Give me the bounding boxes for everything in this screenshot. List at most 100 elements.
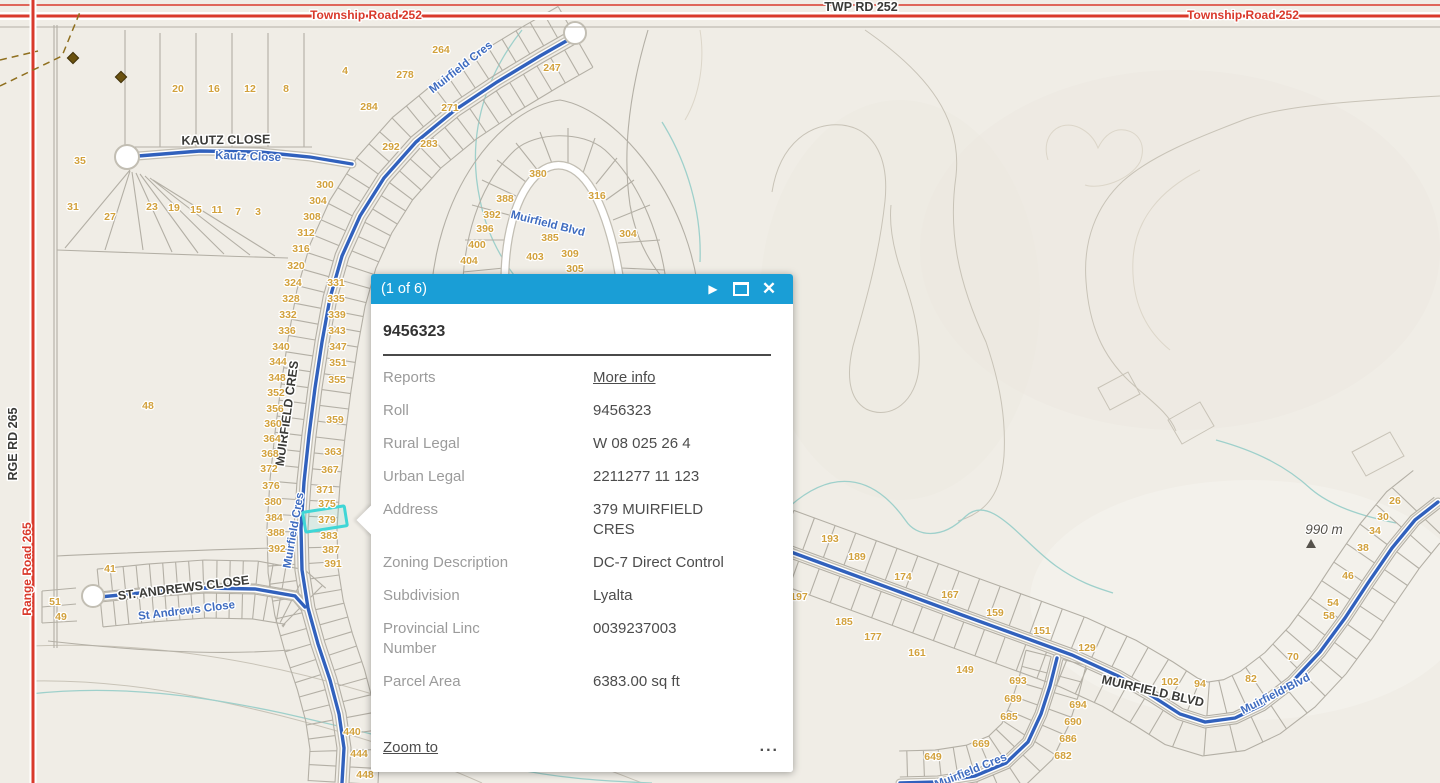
field-label: Provincial Linc Number <box>383 619 593 659</box>
lot-number-label: 30 <box>1377 511 1389 523</box>
lot-number-label: 149 <box>956 664 974 676</box>
lot-number-label: 331 <box>327 277 345 289</box>
lot-number-label: 440 <box>343 726 361 738</box>
lot-number-label: 379 <box>318 514 336 526</box>
lot-number-label: 356 <box>266 403 284 415</box>
lot-number-label: 359 <box>326 414 344 426</box>
lot-number-label: 51 <box>49 596 61 608</box>
lot-number-label: 35 <box>74 155 86 167</box>
lot-number-label: 177 <box>864 631 882 643</box>
lot-number-label: 328 <box>282 293 300 305</box>
popup-title: 9456323 <box>383 310 771 356</box>
lot-number-label: 689 <box>1004 693 1022 705</box>
lot-number-label: 404 <box>460 255 478 267</box>
section-line <box>0 12 80 86</box>
lot-number-label: 316 <box>588 190 606 202</box>
lot-number-label: 185 <box>835 616 853 628</box>
maximize-icon <box>733 282 749 296</box>
lot-number-label: 685 <box>1000 711 1018 723</box>
lot-number-label: 54 <box>1327 597 1339 609</box>
street-label: RGE RD 265 <box>6 407 20 480</box>
street-label: Township Road 252 <box>1187 8 1299 22</box>
lot-number-label: 48 <box>142 400 154 412</box>
lot-number-label: 247 <box>543 62 561 74</box>
street-label: TWP RD 252 <box>824 0 897 14</box>
maximize-button[interactable] <box>727 274 755 304</box>
lot-number-label: 444 <box>350 748 368 760</box>
lot-number-label: 392 <box>268 543 286 555</box>
lot-number-label: 347 <box>329 341 347 353</box>
lot-number-label: 320 <box>287 260 305 272</box>
street-label: Range Road 265 <box>20 522 34 616</box>
lot-number-label: 335 <box>327 293 345 305</box>
popup-header: (1 of 6) ▶ ✕ <box>371 274 793 304</box>
close-button[interactable]: ✕ <box>755 274 783 304</box>
lot-number-label: 34 <box>1369 525 1381 537</box>
popup-pagination: (1 of 6) <box>381 281 699 297</box>
lot-number-label: 300 <box>316 179 334 191</box>
more-options-button[interactable]: ... <box>760 738 779 756</box>
lot-number-label: 189 <box>848 551 866 563</box>
attribute-table: ReportsMore info Roll9456323 Rural LegalW … <box>383 368 771 692</box>
lot-number-label: 693 <box>1009 675 1027 687</box>
lot-number-label: 649 <box>924 751 942 763</box>
lot-number-label: 312 <box>297 227 315 239</box>
attribute-row: Urban Legal2211277 11 123 <box>383 467 771 487</box>
lot-number-label: 344 <box>269 356 287 368</box>
attribute-row: Zoning DescriptionDC-7 Direct Control <box>383 553 771 573</box>
attribute-row: Roll9456323 <box>383 401 771 421</box>
street-label: 990 m <box>1305 522 1343 537</box>
map-viewport: TWP RD 252Township Road 252Township Road… <box>0 0 1440 783</box>
field-label: Reports <box>383 368 593 388</box>
lot-number-label: 19 <box>168 202 180 214</box>
field-label: Subdivision <box>383 586 593 606</box>
lot-number-label: 174 <box>894 571 912 583</box>
lot-number-label: 690 <box>1064 716 1082 728</box>
lot-number-label: 283 <box>420 138 438 150</box>
lot-number-label: 278 <box>396 69 414 81</box>
lot-number-label: 348 <box>268 372 286 384</box>
attribute-row: Parcel Area6383.00 sq ft <box>383 672 771 692</box>
lot-number-label: 15 <box>190 204 202 216</box>
lot-number-label: 694 <box>1069 699 1087 711</box>
attribute-row: ReportsMore info <box>383 368 771 388</box>
field-label: Rural Legal <box>383 434 593 454</box>
lot-number-label: 336 <box>278 325 296 337</box>
next-feature-button[interactable]: ▶ <box>699 274 727 304</box>
lot-number-label: 392 <box>483 209 501 221</box>
field-value: W 08 025 26 4 <box>593 434 691 454</box>
lot-number-label: 264 <box>432 44 450 56</box>
zoom-to-link[interactable]: Zoom to <box>383 739 438 756</box>
lot-number-label: 309 <box>561 248 579 260</box>
attribute-row: Address379 MUIRFIELD CRES <box>383 500 771 540</box>
lot-number-label: 339 <box>328 309 346 321</box>
lot-number-label: 31 <box>67 201 79 213</box>
field-value: DC-7 Direct Control <box>593 553 724 573</box>
lot-number-label: 82 <box>1245 673 1257 685</box>
field-label: Urban Legal <box>383 467 593 487</box>
lot-number-label: 387 <box>322 544 340 556</box>
lot-number-label: 167 <box>941 589 959 601</box>
attribute-row: SubdivisionLyalta <box>383 586 771 606</box>
more-info-link[interactable]: More info <box>593 368 656 388</box>
lot-number-label: 403 <box>526 251 544 263</box>
lot-number-label: 363 <box>324 446 342 458</box>
lot-number-label: 159 <box>986 607 1004 619</box>
well-symbol <box>67 52 78 63</box>
lot-number-label: 316 <box>292 243 310 255</box>
lot-number-label: 161 <box>908 647 926 659</box>
lot-number-label: 271 <box>441 102 459 114</box>
lot-number-label: 351 <box>329 357 347 369</box>
attribute-row: Provincial Linc Number0039237003 <box>383 619 771 659</box>
lot-number-label: 376 <box>262 480 280 492</box>
field-value: 6383.00 sq ft <box>593 672 680 692</box>
lot-number-label: 8 <box>283 83 289 95</box>
lot-number-label: 368 <box>261 448 279 460</box>
lot-number-label: 682 <box>1054 750 1072 762</box>
lot-number-label: 304 <box>309 195 327 207</box>
lot-number-label: 686 <box>1059 733 1077 745</box>
lot-number-label: 38 <box>1357 542 1369 554</box>
lot-number-label: 360 <box>264 418 282 430</box>
field-value: 9456323 <box>593 401 651 421</box>
lot-number-label: 367 <box>321 464 339 476</box>
